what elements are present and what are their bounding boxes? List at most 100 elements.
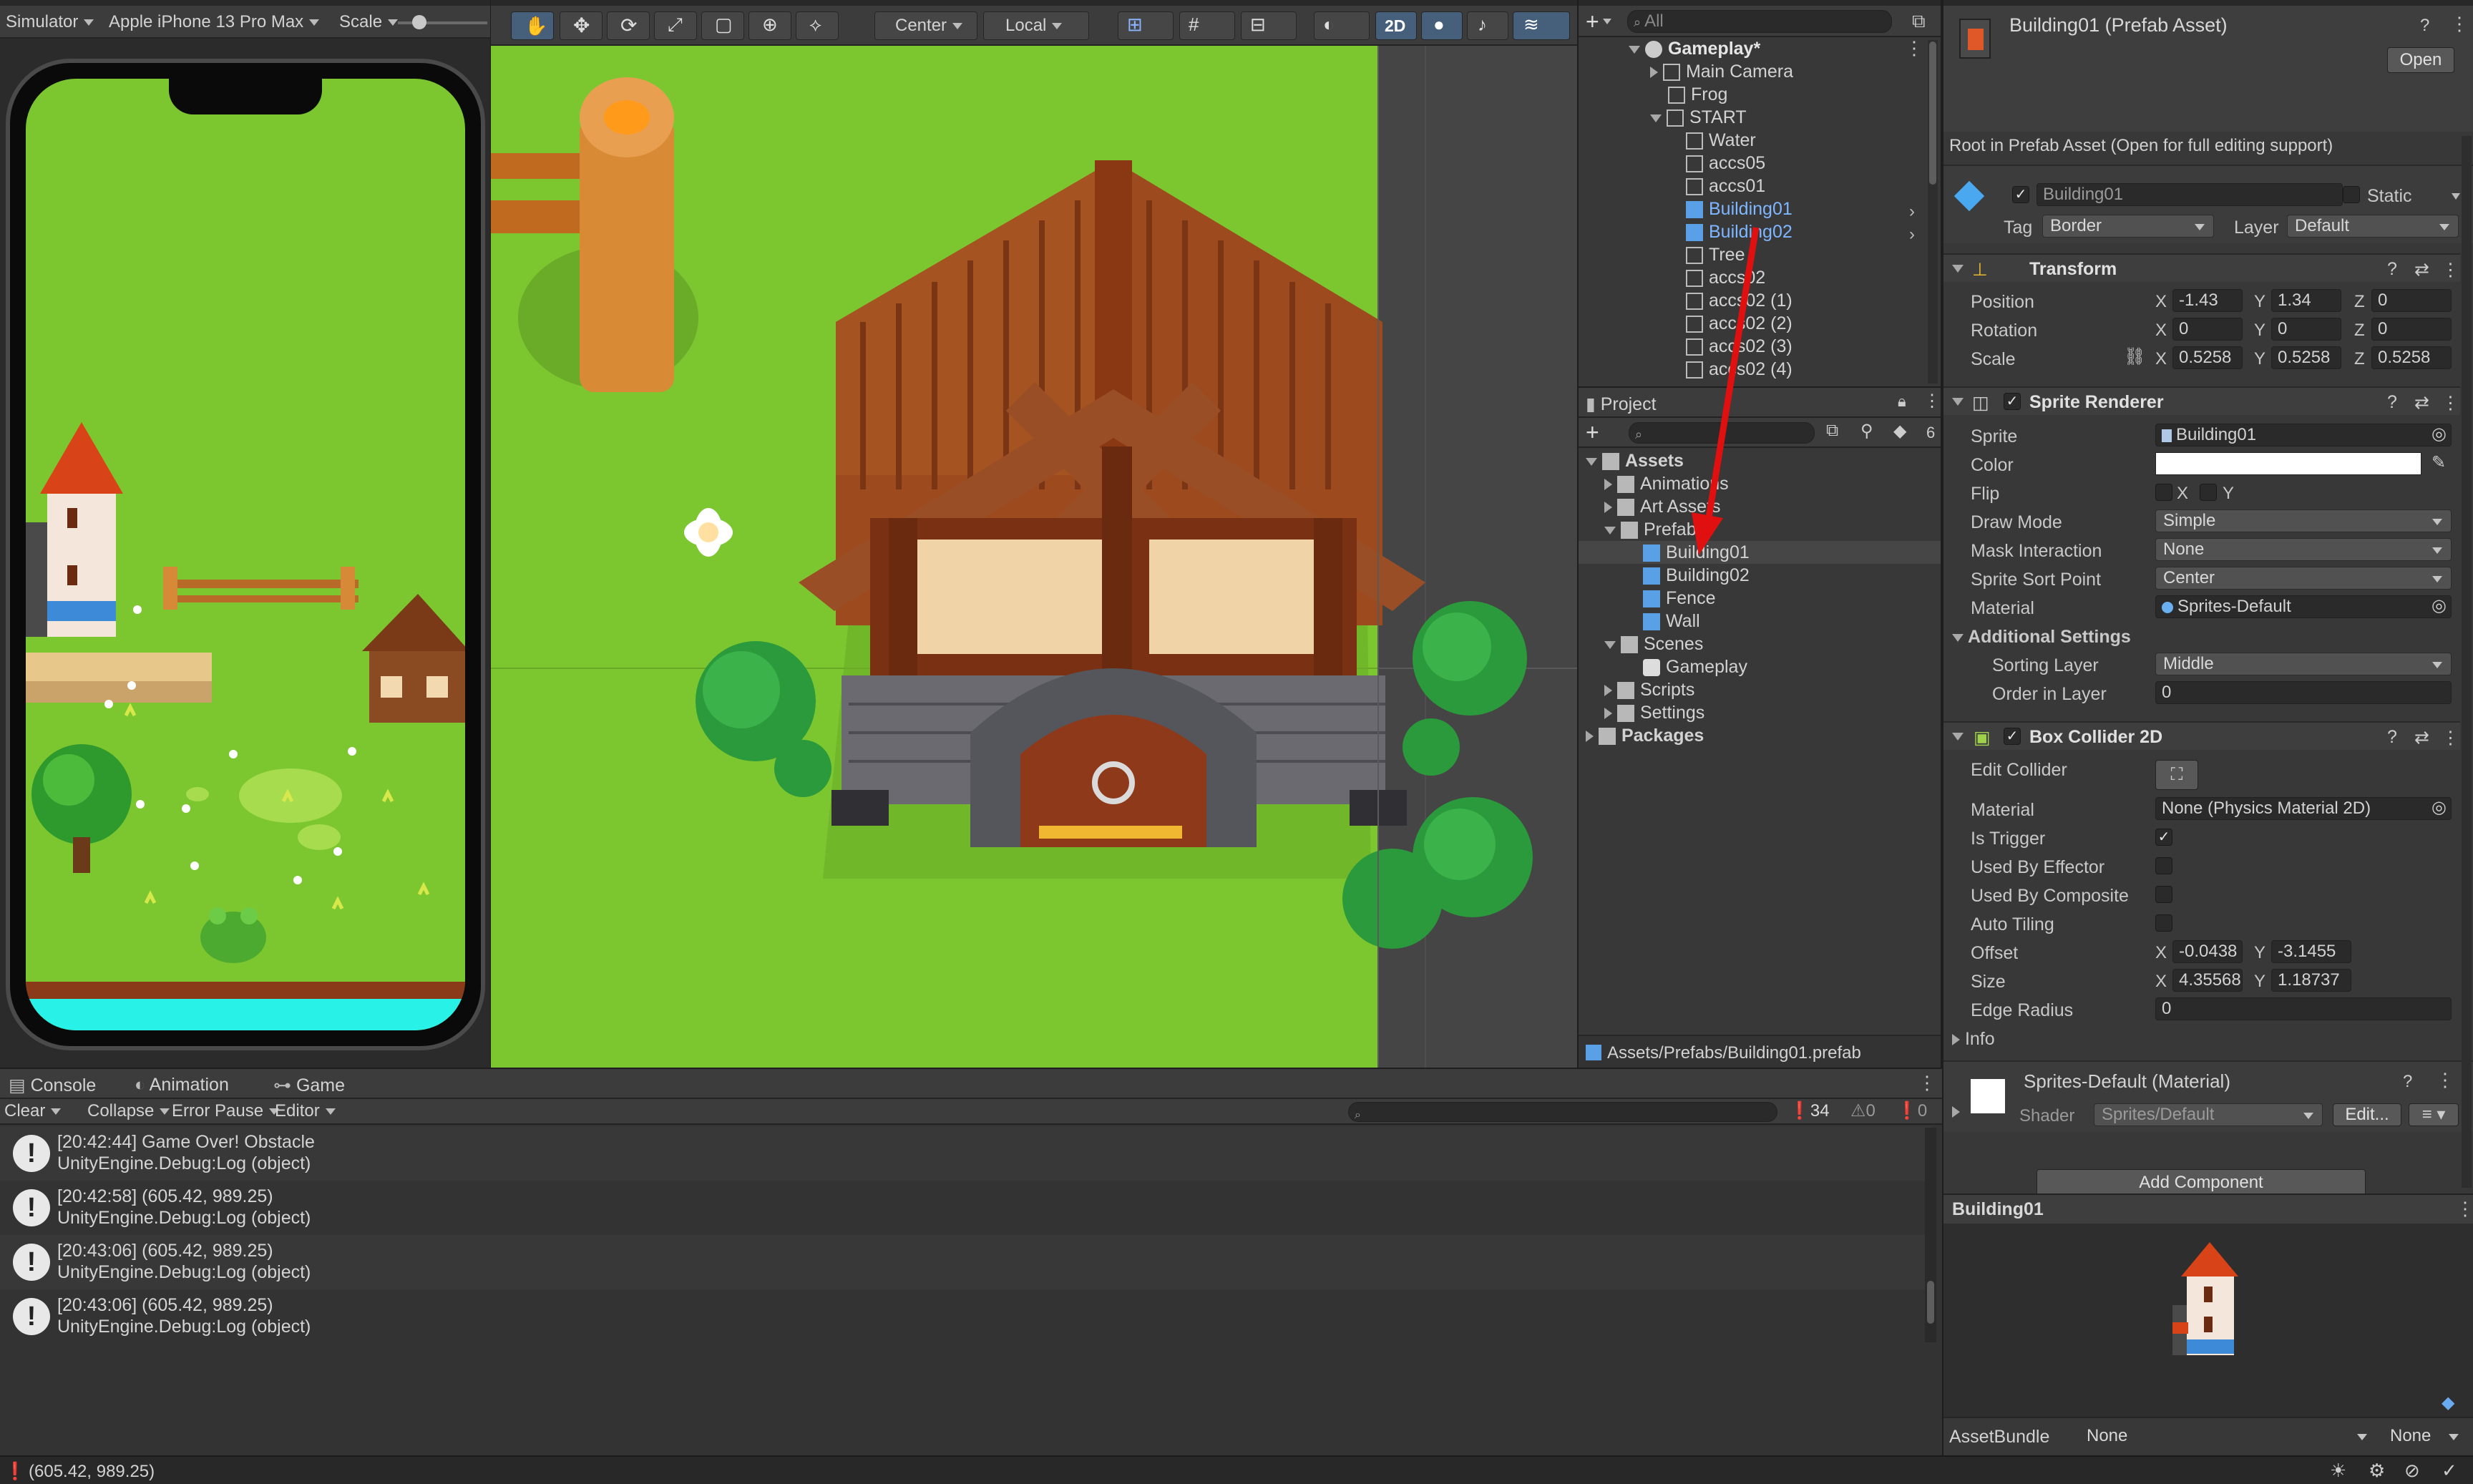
increment-snap-button[interactable]: ⊟: [1241, 11, 1297, 40]
flip-x-checkbox[interactable]: [2155, 484, 2172, 501]
project-prefab-building01[interactable]: Building01: [1643, 541, 1750, 564]
asset-label-icon[interactable]: ◆: [2442, 1392, 2454, 1413]
object-picker-icon[interactable]: ◎: [2431, 424, 2447, 444]
add-dropdown-arrow[interactable]: [1603, 19, 1611, 24]
hierarchy-item-accs05[interactable]: accs05: [1686, 152, 1765, 175]
sprite-field[interactable]: Building01: [2155, 424, 2452, 446]
hierarchy-search-input[interactable]: ⌕ All: [1627, 10, 1892, 33]
collapse-arrow-icon[interactable]: [1952, 265, 1964, 273]
move-tool-button[interactable]: ✥: [560, 11, 603, 40]
rotation-y-input[interactable]: 0: [2271, 318, 2341, 341]
collapsed-arrow-icon[interactable]: [1604, 502, 1612, 514]
is-trigger-checkbox[interactable]: ✓: [2155, 829, 2172, 846]
help-icon[interactable]: ?: [2387, 259, 2397, 280]
asset-bundle-variant-dropdown[interactable]: None: [2383, 1425, 2467, 1448]
preset-icon[interactable]: ⇄: [2414, 727, 2429, 748]
expand-arrow-icon[interactable]: [1604, 640, 1616, 649]
hierarchy-item-accs02-1[interactable]: accs02 (1): [1686, 289, 1792, 312]
warning-count-toggle[interactable]: ⚠0: [1850, 1100, 1876, 1121]
progress-icon[interactable]: ⚙: [2369, 1460, 2385, 1482]
log-entry[interactable]: ! [20:42:58] (605.42, 989.25) UnityEngin…: [0, 1181, 1932, 1235]
options-icon[interactable]: ⋮: [2456, 1198, 2473, 1220]
order-in-layer-input[interactable]: 0: [2155, 681, 2452, 704]
scale-tool-button[interactable]: ⤢: [654, 11, 697, 40]
sorting-layer-dropdown[interactable]: Middle: [2155, 653, 2452, 675]
shader-dropdown[interactable]: Sprites/Default: [2094, 1103, 2323, 1126]
rotate-tool-button[interactable]: ⟳: [607, 11, 650, 40]
scale-z-input[interactable]: 0.5258: [2371, 346, 2452, 369]
favorite-icon[interactable]: ◆: [1893, 421, 1906, 441]
hierarchy-item-accs01[interactable]: accs01: [1686, 175, 1765, 197]
tab-console[interactable]: ▤ Console: [9, 1075, 96, 1096]
scale-x-input[interactable]: 0.5258: [2172, 346, 2243, 369]
scale-slider-handle[interactable]: [412, 15, 426, 29]
hierarchy-item-start[interactable]: START: [1650, 106, 1747, 129]
link-scale-icon[interactable]: ⛓: [2124, 346, 2145, 367]
space-dropdown[interactable]: Local: [983, 11, 1089, 40]
hierarchy-item-water[interactable]: Water: [1686, 129, 1756, 152]
project-search-input[interactable]: ⌕: [1629, 422, 1815, 444]
lock-icon[interactable]: 🔒︎: [1898, 392, 1906, 411]
collapsed-arrow-icon[interactable]: [1952, 1106, 1960, 1118]
collapse-arrow-icon[interactable]: [1952, 733, 1964, 741]
add-component-button[interactable]: Add Component: [2037, 1169, 2366, 1196]
collapsed-arrow-icon[interactable]: [1604, 685, 1612, 697]
hierarchy-scrollbar[interactable]: [1928, 40, 1938, 384]
project-assets-root[interactable]: Assets: [1586, 449, 1684, 472]
grid-button[interactable]: #: [1179, 11, 1235, 40]
object-picker-icon[interactable]: ◎: [2431, 595, 2447, 616]
collapsed-arrow-icon[interactable]: [1952, 1034, 1960, 1046]
offset-x-input[interactable]: -0.0438: [2172, 940, 2243, 963]
device-dropdown[interactable]: Apple iPhone 13 Pro Max: [109, 10, 319, 34]
console-scrollbar[interactable]: [1925, 1128, 1936, 1342]
sprite-renderer-enabled-checkbox[interactable]: ✓: [2004, 393, 2021, 410]
collapse-arrow-icon[interactable]: [1952, 398, 1964, 406]
used-by-effector-checkbox[interactable]: [2155, 857, 2172, 874]
box-collider-header[interactable]: ▣ ✓ Box Collider 2D ? ⇄ ⋮: [1943, 721, 2460, 750]
eyedropper-icon[interactable]: ✎: [2431, 452, 2446, 473]
layer-dropdown[interactable]: Default: [2287, 215, 2459, 238]
pivot-dropdown[interactable]: Center: [874, 11, 977, 40]
help-icon[interactable]: ?: [2403, 1072, 2412, 1092]
help-icon[interactable]: ?: [2387, 392, 2397, 413]
status-message[interactable]: (605.42, 989.25): [29, 1462, 155, 1482]
hierarchy-item-building01[interactable]: Building01: [1686, 197, 1792, 220]
tag-dropdown[interactable]: Border: [2042, 215, 2214, 238]
transform-tool-button[interactable]: ⊕: [748, 11, 791, 40]
log-entry[interactable]: ! [20:43:06] (605.42, 989.25) UnityEngin…: [0, 1289, 1932, 1344]
scale-y-input[interactable]: 0.5258: [2271, 346, 2341, 369]
project-folder-scenes[interactable]: Scenes: [1604, 633, 1703, 655]
expand-arrow-icon[interactable]: [1650, 114, 1662, 122]
hierarchy-item-frog[interactable]: Frog: [1668, 83, 1727, 106]
log-entry[interactable]: ! [20:43:06] (605.42, 989.25) UnityEngin…: [0, 1235, 1932, 1289]
active-checkbox[interactable]: ✓: [2012, 186, 2029, 203]
effects-toggle[interactable]: ≋: [1513, 11, 1570, 40]
collapsed-arrow-icon[interactable]: [1604, 479, 1612, 491]
project-prefab-building02[interactable]: Building02: [1643, 564, 1750, 587]
mask-interaction-dropdown[interactable]: None: [2155, 538, 2452, 561]
project-folder-prefab[interactable]: Prefab: [1604, 518, 1697, 541]
error-pause-toggle[interactable]: Error Pause: [172, 1099, 279, 1123]
project-options-icon[interactable]: ⋮: [1923, 391, 1941, 411]
scale-slider[interactable]: [398, 15, 487, 29]
simulator-mode-dropdown[interactable]: Simulator: [6, 10, 94, 34]
auto-tiling-checkbox[interactable]: [2155, 914, 2172, 932]
object-picker-icon[interactable]: ◎: [2431, 797, 2447, 818]
building02-open-arrow-icon[interactable]: ›: [1909, 225, 1915, 245]
collapsed-arrow-icon[interactable]: [1604, 708, 1612, 720]
static-checkbox[interactable]: [2343, 186, 2360, 203]
sprite-sort-point-dropdown[interactable]: Center: [2155, 567, 2452, 590]
console-options-icon[interactable]: ⋮: [1918, 1072, 1936, 1094]
log-entry[interactable]: ! [20:42:44] Game Over! Obstacle UnityEn…: [0, 1126, 1932, 1181]
cache-icon[interactable]: ⊘: [2404, 1460, 2420, 1482]
collider-material-field[interactable]: None (Physics Material 2D): [2155, 797, 2452, 820]
open-prefab-button[interactable]: Open: [2387, 47, 2454, 73]
project-prefab-fence[interactable]: Fence: [1643, 587, 1715, 610]
hierarchy-item-accs02[interactable]: accs02: [1686, 266, 1765, 289]
used-by-composite-checkbox[interactable]: [2155, 886, 2172, 903]
console-search-input[interactable]: ⌕: [1348, 1102, 1777, 1122]
checkmark-icon[interactable]: ✓: [2442, 1460, 2457, 1482]
sprite-renderer-header[interactable]: ◫ ✓ Sprite Renderer ? ⇄ ⋮: [1943, 386, 2460, 415]
material-field[interactable]: Sprites-Default: [2155, 595, 2452, 618]
custom-tool-button[interactable]: ⟡: [796, 11, 839, 40]
